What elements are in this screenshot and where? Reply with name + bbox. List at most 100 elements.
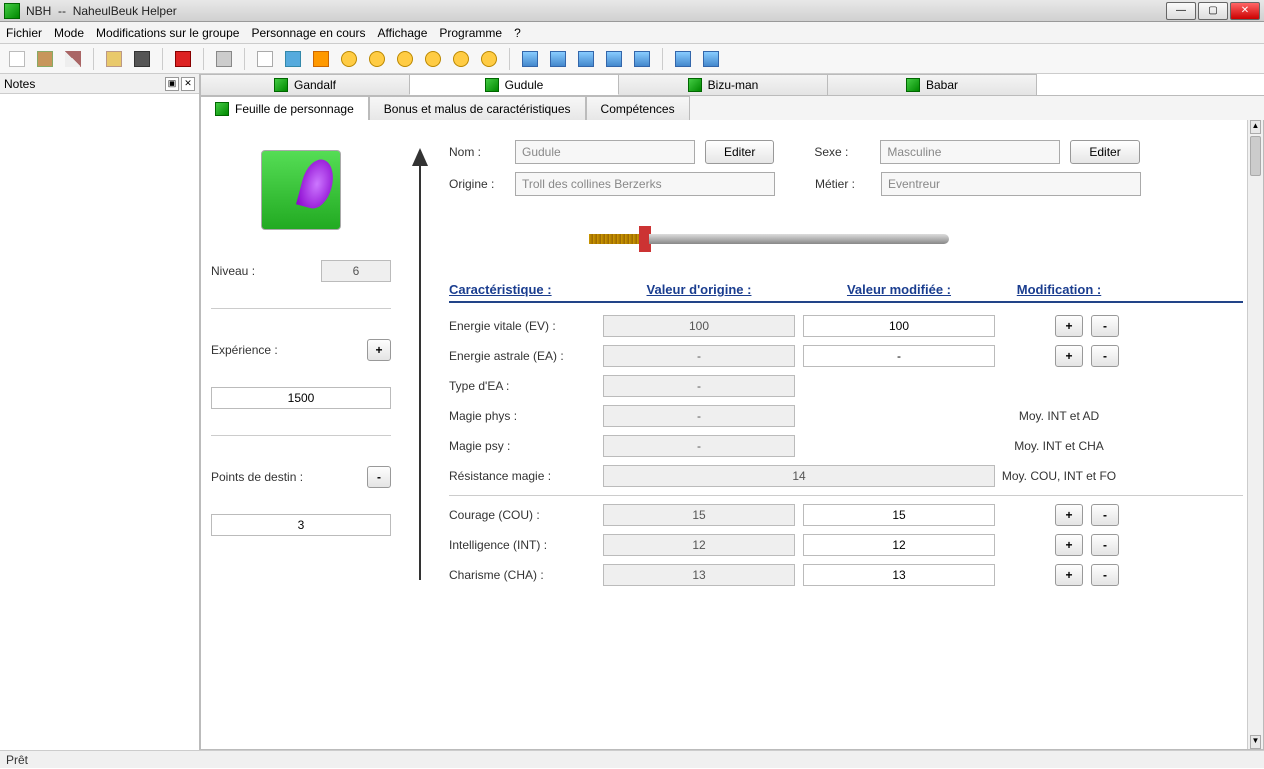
- menu-programme[interactable]: Programme: [439, 26, 502, 40]
- toolbar-add-icon[interactable]: [310, 48, 332, 70]
- menu-affichage[interactable]: Affichage: [378, 26, 428, 40]
- stat-origin-value: -: [603, 345, 795, 367]
- toolbar-stat-ad-icon[interactable]: [631, 48, 653, 70]
- toolbar-folder-icon[interactable]: [103, 48, 125, 70]
- stat-minus-button[interactable]: -: [1091, 345, 1119, 367]
- stat-label: Energie astrale (EA) :: [449, 349, 599, 363]
- toolbar-stat-ev-icon[interactable]: [672, 48, 694, 70]
- sword-graphic: [589, 214, 949, 264]
- char-icon: [906, 78, 920, 92]
- scroll-thumb[interactable]: [1250, 136, 1261, 176]
- menu-help[interactable]: ?: [514, 26, 521, 40]
- stat-modified-value[interactable]: -: [803, 345, 995, 367]
- toolbar: [0, 44, 1264, 74]
- toolbar-open-icon[interactable]: [34, 48, 56, 70]
- stat-label: Charisme (CHA) :: [449, 568, 599, 582]
- minimize-button[interactable]: —: [1166, 2, 1196, 20]
- nom-edit-button[interactable]: Editer: [705, 140, 774, 164]
- origine-label: Origine :: [449, 177, 505, 191]
- stat-label: Résistance magie :: [449, 469, 599, 483]
- experience-plus-button[interactable]: +: [367, 339, 391, 361]
- sexe-label: Sexe :: [814, 145, 870, 159]
- menu-fichier[interactable]: Fichier: [6, 26, 42, 40]
- toolbar-delete-icon[interactable]: [254, 48, 276, 70]
- toolbar-stat-cou-icon[interactable]: [519, 48, 541, 70]
- notes-body[interactable]: [0, 94, 199, 750]
- hdr-valeur-modifiee: Valeur modifiée :: [799, 282, 999, 297]
- stat-modified-value[interactable]: 100: [803, 315, 995, 337]
- spear-divider: [405, 140, 435, 590]
- titlebar: NBH -- NaheulBeuk Helper — ▢ ✕: [0, 0, 1264, 22]
- stat-plus-button[interactable]: +: [1055, 534, 1083, 556]
- close-button[interactable]: ✕: [1230, 2, 1260, 20]
- destin-minus-button[interactable]: -: [367, 466, 391, 488]
- stat-modified-value[interactable]: 12: [803, 534, 995, 556]
- subtab-competences[interactable]: Compétences: [586, 96, 690, 120]
- experience-label: Expérience :: [211, 343, 361, 357]
- stat-note: Moy. INT et AD: [999, 409, 1119, 423]
- menubar: Fichier Mode Modifications sur le groupe…: [0, 22, 1264, 44]
- stat-row: Type d'EA :-: [449, 371, 1243, 401]
- stat-plus-button[interactable]: +: [1055, 345, 1083, 367]
- toolbar-stat-int-icon[interactable]: [547, 48, 569, 70]
- subtab-bonus[interactable]: Bonus et malus de caractéristiques: [369, 96, 586, 120]
- stat-modified-value[interactable]: 13: [803, 564, 995, 586]
- stat-label: Type d'EA :: [449, 379, 599, 393]
- stat-row: Energie vitale (EV) :100100+-: [449, 311, 1243, 341]
- toolbar-stat-fo-icon[interactable]: [603, 48, 625, 70]
- tab-gudule[interactable]: Gudule: [409, 74, 619, 95]
- toolbar-edit-icon[interactable]: [62, 48, 84, 70]
- toolbar-coin4-icon[interactable]: [422, 48, 444, 70]
- scroll-down-icon[interactable]: ▼: [1250, 735, 1261, 749]
- scroll-up-icon[interactable]: ▲: [1250, 120, 1261, 134]
- toolbar-coin6-icon[interactable]: [478, 48, 500, 70]
- stat-plus-button[interactable]: +: [1055, 504, 1083, 526]
- sheet-icon: [215, 102, 229, 116]
- stat-minus-button[interactable]: -: [1091, 315, 1119, 337]
- menu-personnage[interactable]: Personnage en cours: [251, 26, 365, 40]
- toolbar-coin5-icon[interactable]: [450, 48, 472, 70]
- stat-note: Moy. INT et CHA: [999, 439, 1119, 453]
- stat-plus-button[interactable]: +: [1055, 315, 1083, 337]
- char-icon: [274, 78, 288, 92]
- toolbar-comment-icon[interactable]: [282, 48, 304, 70]
- toolbar-stat-ea-icon[interactable]: [700, 48, 722, 70]
- notes-undock-icon[interactable]: ▣: [165, 77, 179, 91]
- stat-label: Magie psy :: [449, 439, 599, 453]
- destin-value[interactable]: 3: [211, 514, 391, 536]
- stat-origin-value: 15: [603, 504, 795, 526]
- sexe-edit-button[interactable]: Editer: [1070, 140, 1139, 164]
- notes-close-icon[interactable]: ✕: [181, 77, 195, 91]
- experience-value[interactable]: 1500: [211, 387, 391, 409]
- toolbar-new-icon[interactable]: [6, 48, 28, 70]
- subtab-feuille[interactable]: Feuille de personnage: [200, 96, 369, 120]
- menu-mode[interactable]: Mode: [54, 26, 84, 40]
- stat-modified-value[interactable]: 15: [803, 504, 995, 526]
- toolbar-coin2-icon[interactable]: [366, 48, 388, 70]
- stat-minus-button[interactable]: -: [1091, 504, 1119, 526]
- toolbar-coin1-icon[interactable]: [338, 48, 360, 70]
- toolbar-coin3-icon[interactable]: [394, 48, 416, 70]
- scrollbar[interactable]: ▲ ▼: [1247, 120, 1263, 749]
- character-tabs: Gandalf Gudule Bizu-man Babar: [200, 74, 1264, 96]
- app-icon: [4, 3, 20, 19]
- toolbar-save-icon[interactable]: [131, 48, 153, 70]
- stat-label: Magie phys :: [449, 409, 599, 423]
- char-icon: [485, 78, 499, 92]
- toolbar-stat-cha-icon[interactable]: [575, 48, 597, 70]
- stat-minus-button[interactable]: -: [1091, 564, 1119, 586]
- tab-babar[interactable]: Babar: [827, 74, 1037, 95]
- tab-bizuman[interactable]: Bizu-man: [618, 74, 828, 95]
- stat-row: Intelligence (INT) :1212+-: [449, 530, 1243, 560]
- toolbar-exit-icon[interactable]: [213, 48, 235, 70]
- stat-plus-button[interactable]: +: [1055, 564, 1083, 586]
- status-bar: Prêt: [0, 750, 1264, 768]
- menu-modifications-groupe[interactable]: Modifications sur le groupe: [96, 26, 239, 40]
- window-title: NBH -- NaheulBeuk Helper: [26, 4, 1166, 18]
- maximize-button[interactable]: ▢: [1198, 2, 1228, 20]
- tab-gandalf[interactable]: Gandalf: [200, 74, 410, 95]
- stat-note: Moy. COU, INT et FO: [999, 469, 1119, 483]
- toolbar-mail-icon[interactable]: [172, 48, 194, 70]
- stat-minus-button[interactable]: -: [1091, 534, 1119, 556]
- stat-row: Résistance magie :14Moy. COU, INT et FO: [449, 461, 1243, 491]
